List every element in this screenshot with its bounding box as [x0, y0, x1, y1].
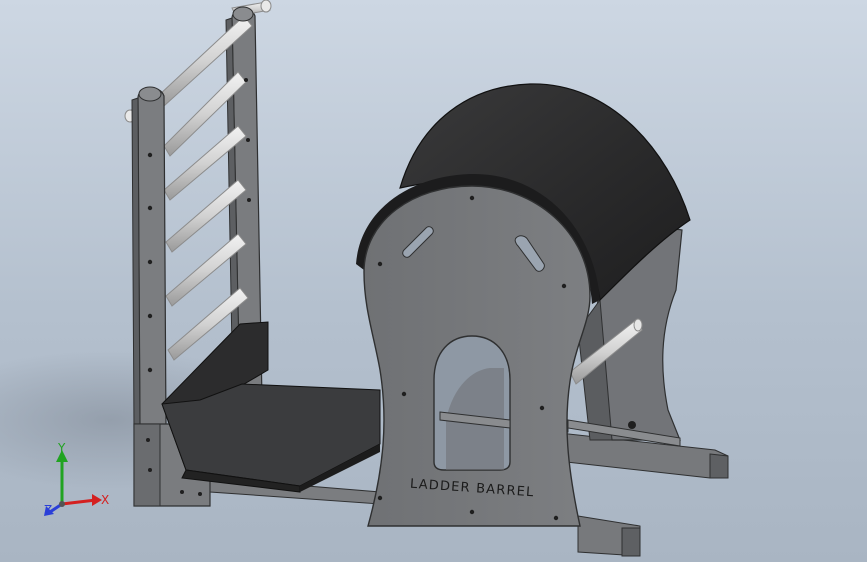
y-axis-label: Y: [57, 441, 66, 455]
x-axis-arrow: [61, 498, 97, 506]
coordinate-triad[interactable]: Y X Z: [0, 0, 867, 562]
triad-origin: [59, 501, 65, 507]
cad-viewport[interactable]: LADDER BARREL Y X Z: [0, 0, 867, 562]
x-axis-label: X: [101, 493, 109, 507]
z-axis-label: Z: [44, 503, 52, 517]
